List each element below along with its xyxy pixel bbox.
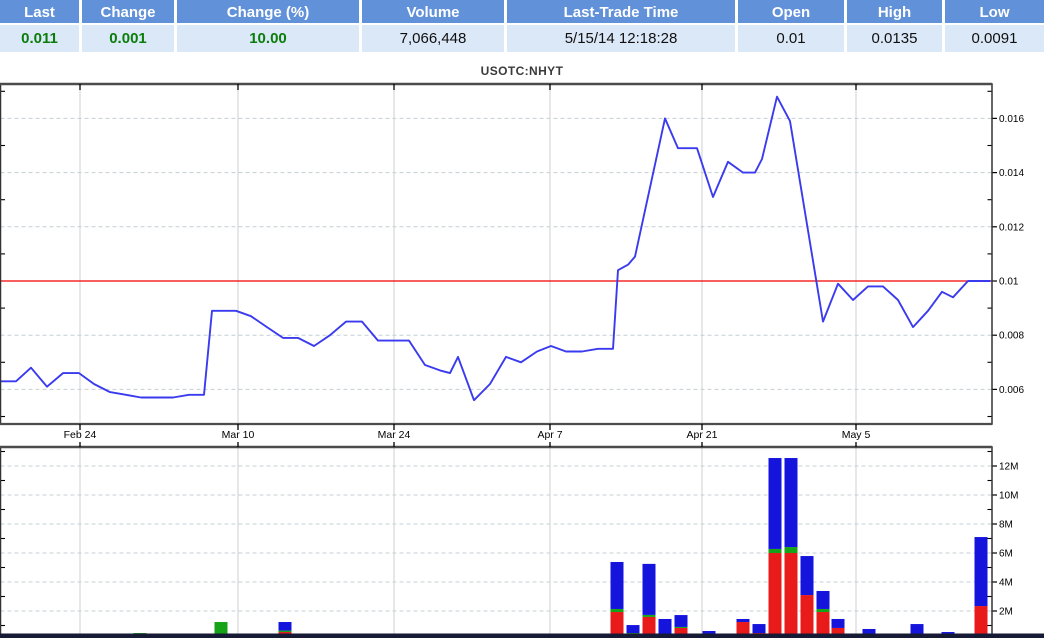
x-axis-label: Mar 24 [378,429,411,441]
volume-axis-label: 2M [999,607,1013,618]
volume-bar-red [768,553,782,638]
volume-bar [784,458,798,638]
volume-bar-blue [736,618,750,623]
volume-frame [0,446,993,637]
volume-bar-green [674,626,688,628]
volume-bar-blue [831,618,845,628]
volume-axis-label: 12M [999,462,1018,473]
volume-bar [610,561,624,638]
volume-bar-blue [658,618,672,636]
volume-bar-red [784,553,798,638]
volume-axis-label: 8M [999,520,1013,531]
volume-bar-blue [278,622,292,631]
volume-bar-blue [768,458,782,549]
price-axis-label: 0.006 [999,385,1024,396]
volume-axis-label: 4M [999,578,1013,589]
volume-bar-green [768,548,782,553]
volume-bar-red [800,595,814,638]
volume-bar-blue [626,625,640,634]
price-axis-label: 0.014 [999,168,1024,179]
price-axis-label: 0.008 [999,331,1024,342]
volume-bar [800,556,814,638]
volume-bar-green [610,608,624,613]
volume-bar [768,458,782,638]
volume-bar [642,563,656,638]
volume-bar [974,537,988,638]
price-axis-label: 0.01 [999,277,1019,288]
volume-axis-label: 10M [999,491,1018,502]
price-volume-chart: 0.016 0.014 0.012 0.01 0.008 0.006 2M 4M 6M 8M 10M… [0,82,1044,638]
x-axis-label: Feb 24 [64,429,97,441]
volume-bar-green [784,547,798,553]
volume-bar [816,590,830,638]
volume-bar-green [642,614,656,617]
volume-bar-green [278,630,292,633]
volume-bar-blue [800,556,814,596]
volume-bar-blue [610,561,624,609]
price-line [0,95,991,402]
volume-bar-blue [752,624,766,634]
volume-axis-label: 6M [999,549,1013,560]
volume-bar-green [816,608,830,613]
volume-bar-blue [674,615,688,627]
volume-bar-blue [642,563,656,615]
price-plot: 0.016 0.014 0.012 0.01 0.008 0.006 [0,82,1024,426]
volume-bar-blue [816,590,830,609]
x-axis-label: Apr 21 [687,429,718,441]
x-axis-label: Apr 7 [537,429,562,441]
volume-bar-blue [974,537,988,607]
price-axis-label: 0.016 [999,114,1024,125]
volume-plot: 2M 4M 6M 8M 10M 12M [0,445,1018,638]
volume-bar-blue [784,458,798,548]
volume-bar-red [974,606,988,638]
x-axis-label: May 5 [842,429,871,441]
volume-bottom-border [0,633,1044,638]
price-axis-label: 0.012 [999,222,1024,233]
x-axis-label: Mar 10 [222,429,255,441]
